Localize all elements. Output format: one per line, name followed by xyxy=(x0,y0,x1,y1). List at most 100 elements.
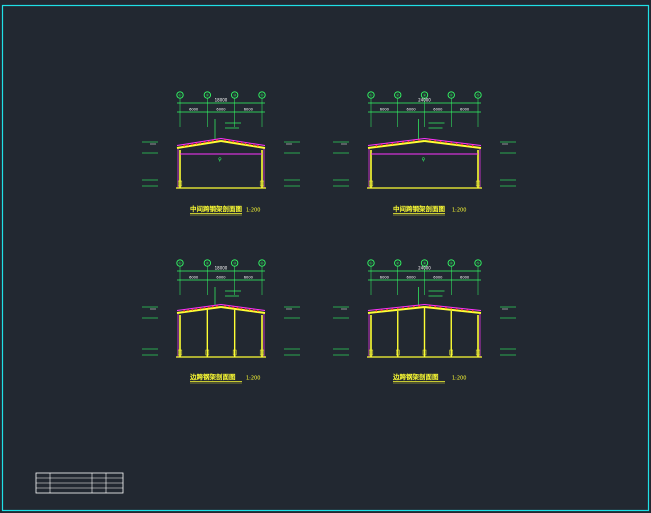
bay-dimension-text: 6000 xyxy=(380,108,390,112)
grid-axis-label: ④ xyxy=(450,93,454,98)
purlin xyxy=(240,307,243,310)
purlin xyxy=(439,306,442,309)
purlin xyxy=(412,305,415,308)
bay-dimension-text: 6000 xyxy=(380,276,390,280)
purlin xyxy=(461,308,463,311)
purlin xyxy=(244,308,247,310)
hoist-symbol: ♀ xyxy=(422,157,426,163)
total-dimension-text: 24000 xyxy=(418,266,431,271)
purlin xyxy=(240,142,243,144)
purlin xyxy=(183,144,186,147)
purlin xyxy=(211,305,214,308)
purlin xyxy=(207,140,210,143)
total-dimension-text: 24000 xyxy=(418,98,431,103)
purlin xyxy=(195,142,198,145)
grid-axis-label: ⑤ xyxy=(476,261,480,266)
purlin xyxy=(418,305,421,307)
purlin xyxy=(375,144,378,147)
bay-dimension-text: 6000 xyxy=(244,108,254,112)
grid-axis-label: ⑤ xyxy=(476,93,480,98)
purlin xyxy=(203,141,206,144)
purlin xyxy=(402,141,404,144)
hoist-symbol: ♀ xyxy=(218,157,222,163)
purlin xyxy=(434,140,437,142)
purlin xyxy=(244,142,247,145)
purlin xyxy=(191,308,194,311)
grid-axis-label: ④ xyxy=(260,93,264,98)
section-title: 边跨钢架剖面图 xyxy=(189,372,236,381)
bay-dimension-text: 6000 xyxy=(460,276,470,280)
cad-drawing-canvas: ① ② ③ ④180006000 6000 6000♀中间跨钢架剖面图 1:200① ② ③ ④ ⑤… xyxy=(0,0,651,513)
purlin xyxy=(412,140,415,142)
grid-axis-label: ④ xyxy=(450,261,454,266)
grid-axis-label: ① xyxy=(369,261,373,266)
purlin xyxy=(428,305,431,307)
bay-dimension-text: 6000 xyxy=(189,108,199,112)
purlin xyxy=(252,309,255,312)
purlin xyxy=(466,144,469,147)
grid-axis-label: ③ xyxy=(233,261,237,266)
bay-dimension-text: 6000 xyxy=(433,276,443,280)
purlin xyxy=(224,305,227,307)
section-title: 中间跨钢架剖面图 xyxy=(393,204,446,213)
grid-axis-label: ① xyxy=(369,93,373,98)
purlin xyxy=(386,143,388,146)
bay-dimension-text: 6000 xyxy=(216,276,226,280)
purlin xyxy=(396,142,399,144)
purlin xyxy=(396,307,399,310)
bay-dimension-text: 6000 xyxy=(244,276,254,280)
purlin xyxy=(428,139,431,142)
purlin xyxy=(187,309,190,312)
grid-axis-label: ② xyxy=(206,261,210,266)
purlin xyxy=(195,308,198,310)
grid-axis-label: ② xyxy=(206,93,210,98)
purlin xyxy=(199,307,202,310)
purlin xyxy=(380,309,383,312)
grid-axis-label: ④ xyxy=(260,261,264,266)
section-scale: 1:200 xyxy=(452,208,466,214)
bay-dimension-text: 6000 xyxy=(407,108,417,112)
section-title: 边跨钢架剖面图 xyxy=(392,372,439,381)
purlin xyxy=(391,142,394,145)
grid-axis-label: ② xyxy=(396,261,400,266)
purlin xyxy=(418,139,421,142)
purlin xyxy=(434,305,437,308)
purlin xyxy=(445,141,447,144)
purlin xyxy=(380,144,383,147)
drawing-background xyxy=(0,0,651,513)
bay-dimension-text: 6000 xyxy=(216,108,226,112)
purlin xyxy=(248,308,251,311)
total-dimension-text: 18000 xyxy=(215,266,228,271)
bay-dimension-text: 6000 xyxy=(460,108,470,112)
purlin xyxy=(248,143,251,146)
purlin xyxy=(471,144,474,147)
purlin xyxy=(224,139,227,142)
purlin xyxy=(199,142,202,144)
purlin xyxy=(187,144,190,147)
purlin xyxy=(257,310,259,312)
section-scale: 1:200 xyxy=(246,376,260,382)
total-dimension-text: 18000 xyxy=(215,98,228,103)
purlin xyxy=(183,310,186,312)
bay-dimension-text: 6000 xyxy=(407,276,417,280)
grid-axis-label: ③ xyxy=(233,93,237,98)
purlin xyxy=(236,141,239,144)
purlin xyxy=(211,140,214,142)
section-title: 中间跨钢架剖面图 xyxy=(190,204,243,213)
purlin xyxy=(216,139,218,142)
purlin xyxy=(257,144,259,147)
bay-dimension-text: 6000 xyxy=(189,276,199,280)
purlin xyxy=(455,308,458,310)
grid-axis-label: ① xyxy=(178,261,182,266)
purlin xyxy=(375,310,378,312)
section-scale: 1:200 xyxy=(246,208,260,214)
purlin xyxy=(228,305,231,308)
purlin xyxy=(445,307,447,309)
purlin xyxy=(236,307,239,309)
section-scale: 1:200 xyxy=(452,376,466,382)
purlin xyxy=(471,310,474,312)
purlin xyxy=(455,142,458,145)
purlin xyxy=(386,308,388,311)
purlin xyxy=(450,307,453,310)
purlin xyxy=(232,140,235,143)
